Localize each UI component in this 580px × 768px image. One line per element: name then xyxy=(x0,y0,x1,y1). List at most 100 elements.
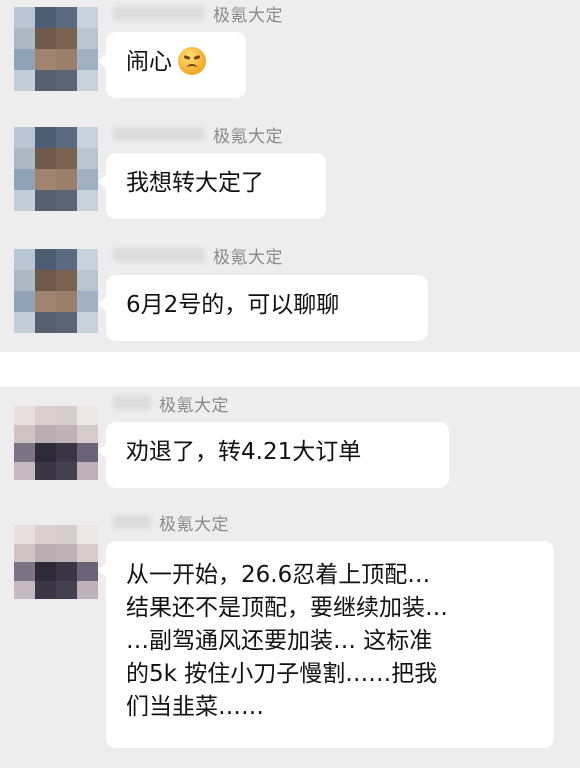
avatar-pixel xyxy=(56,312,77,333)
avatar-pixel xyxy=(77,543,98,562)
avatar-pixel xyxy=(35,28,56,49)
avatar[interactable] xyxy=(14,249,98,333)
avatar-pixel xyxy=(14,525,35,544)
avatar-pixel xyxy=(35,312,56,333)
avatar-pixel xyxy=(35,7,56,28)
chat-panel-bottom: 极氪大定 劝退了，转4.21大订单 极氪大定 从一开始，26.6忍着上顶配… 结… xyxy=(0,387,580,768)
avatar-pixel xyxy=(56,291,77,312)
message-text: 我想转大定了 xyxy=(126,170,264,196)
avatar-pixel xyxy=(56,28,77,49)
avatar-pixel xyxy=(56,461,77,480)
avatar-pixel xyxy=(14,28,35,49)
sender-blur xyxy=(113,515,151,529)
message-bubble[interactable]: 我想转大定了 xyxy=(98,153,326,219)
avatar-pixel xyxy=(77,169,98,190)
avatar-pixel xyxy=(56,525,77,544)
sender-blur xyxy=(113,248,205,262)
avatar-pixel xyxy=(35,461,56,480)
message-bubble[interactable]: 6月2号的，可以聊聊 xyxy=(98,275,428,341)
message-bubble[interactable]: 从一开始，26.6忍着上顶配… 结果还不是顶配，要继续加装… …副驾通风还要加装… xyxy=(98,541,554,748)
avatar-pixel xyxy=(35,291,56,312)
chat-panel-top: 极氪大定 闹心 极氪大定 我想转大定了 极氪大定 6月2号的，可以聊聊 xyxy=(0,0,580,352)
sender-name: 极氪大定 xyxy=(213,126,283,147)
avatar-pixel xyxy=(14,70,35,91)
sender-blur xyxy=(113,127,205,141)
avatar-pixel xyxy=(14,7,35,28)
avatar-pixel xyxy=(14,424,35,443)
avatar-pixel xyxy=(35,525,56,544)
avatar-pixel xyxy=(14,291,35,312)
avatar[interactable] xyxy=(14,406,98,480)
avatar-pixel xyxy=(35,562,56,581)
avatar-pixel xyxy=(35,443,56,462)
avatar-pixel xyxy=(35,543,56,562)
sender-name: 极氪大定 xyxy=(213,5,283,26)
sender-row: 极氪大定 xyxy=(113,392,229,416)
avatar-pixel xyxy=(77,443,98,462)
message-bubble[interactable]: 劝退了，转4.21大订单 xyxy=(98,422,449,488)
avatar-pixel xyxy=(77,148,98,169)
avatar-pixel xyxy=(35,190,56,211)
message-bubble[interactable]: 闹心 xyxy=(98,32,246,98)
sender-name: 极氪大定 xyxy=(159,514,229,535)
message-text: 劝退了，转4.21大订单 xyxy=(126,439,362,465)
avatar[interactable] xyxy=(14,127,98,211)
avatar-pixel xyxy=(77,525,98,544)
avatar-pixel xyxy=(14,562,35,581)
avatar-pixel xyxy=(77,70,98,91)
message-text-line: 结果还不是顶配，要继续加装… xyxy=(126,595,448,621)
avatar-pixel xyxy=(35,169,56,190)
avatar-pixel xyxy=(56,424,77,443)
avatar-pixel xyxy=(56,562,77,581)
avatar-pixel xyxy=(77,7,98,28)
avatar-pixel xyxy=(56,249,77,270)
avatar-pixel xyxy=(56,127,77,148)
message-text: 6月2号的，可以聊聊 xyxy=(126,292,340,318)
avatar-pixel xyxy=(77,291,98,312)
avatar-pixel xyxy=(56,190,77,211)
avatar-pixel xyxy=(35,127,56,148)
avatar-pixel xyxy=(56,70,77,91)
avatar-pixel xyxy=(35,249,56,270)
avatar-pixel xyxy=(56,169,77,190)
message-text-line: 们当韭菜…… xyxy=(126,694,264,720)
avatar-pixel xyxy=(14,461,35,480)
avatar-pixel xyxy=(35,424,56,443)
avatar-pixel xyxy=(14,49,35,70)
avatar-pixel xyxy=(77,127,98,148)
avatar-pixel xyxy=(14,169,35,190)
sender-name: 极氪大定 xyxy=(159,395,229,416)
sender-row: 极氪大定 xyxy=(113,123,283,147)
avatar-pixel xyxy=(56,443,77,462)
avatar-pixel xyxy=(77,406,98,425)
avatar-pixel xyxy=(14,312,35,333)
avatar-pixel xyxy=(56,49,77,70)
avatar-pixel xyxy=(14,543,35,562)
message-text-line: 的5k 按住小刀子慢割……把我 xyxy=(126,661,438,687)
avatar-pixel xyxy=(56,7,77,28)
avatar-pixel xyxy=(14,580,35,599)
avatar-pixel xyxy=(14,190,35,211)
sender-row: 极氪大定 xyxy=(113,244,283,268)
avatar-pixel xyxy=(77,424,98,443)
avatar[interactable] xyxy=(14,7,98,91)
avatar-pixel xyxy=(56,580,77,599)
avatar-pixel xyxy=(35,70,56,91)
avatar-pixel xyxy=(77,461,98,480)
message-text: 闹心 xyxy=(126,46,226,79)
avatar-pixel xyxy=(56,406,77,425)
message-text-line: 从一开始，26.6忍着上顶配… xyxy=(126,562,431,588)
avatar-pixel xyxy=(56,270,77,291)
avatar-pixel xyxy=(77,580,98,599)
avatar-pixel xyxy=(56,148,77,169)
avatar-pixel xyxy=(77,49,98,70)
avatar-pixel xyxy=(77,312,98,333)
message-text-line: …副驾通风还要加装… 这标准 xyxy=(126,628,433,654)
sender-blur xyxy=(113,6,205,20)
avatar-pixel xyxy=(77,270,98,291)
avatar-pixel xyxy=(35,49,56,70)
avatar-pixel xyxy=(35,148,56,169)
sender-name: 极氪大定 xyxy=(213,247,283,268)
avatar-pixel xyxy=(14,127,35,148)
avatar[interactable] xyxy=(14,525,98,599)
